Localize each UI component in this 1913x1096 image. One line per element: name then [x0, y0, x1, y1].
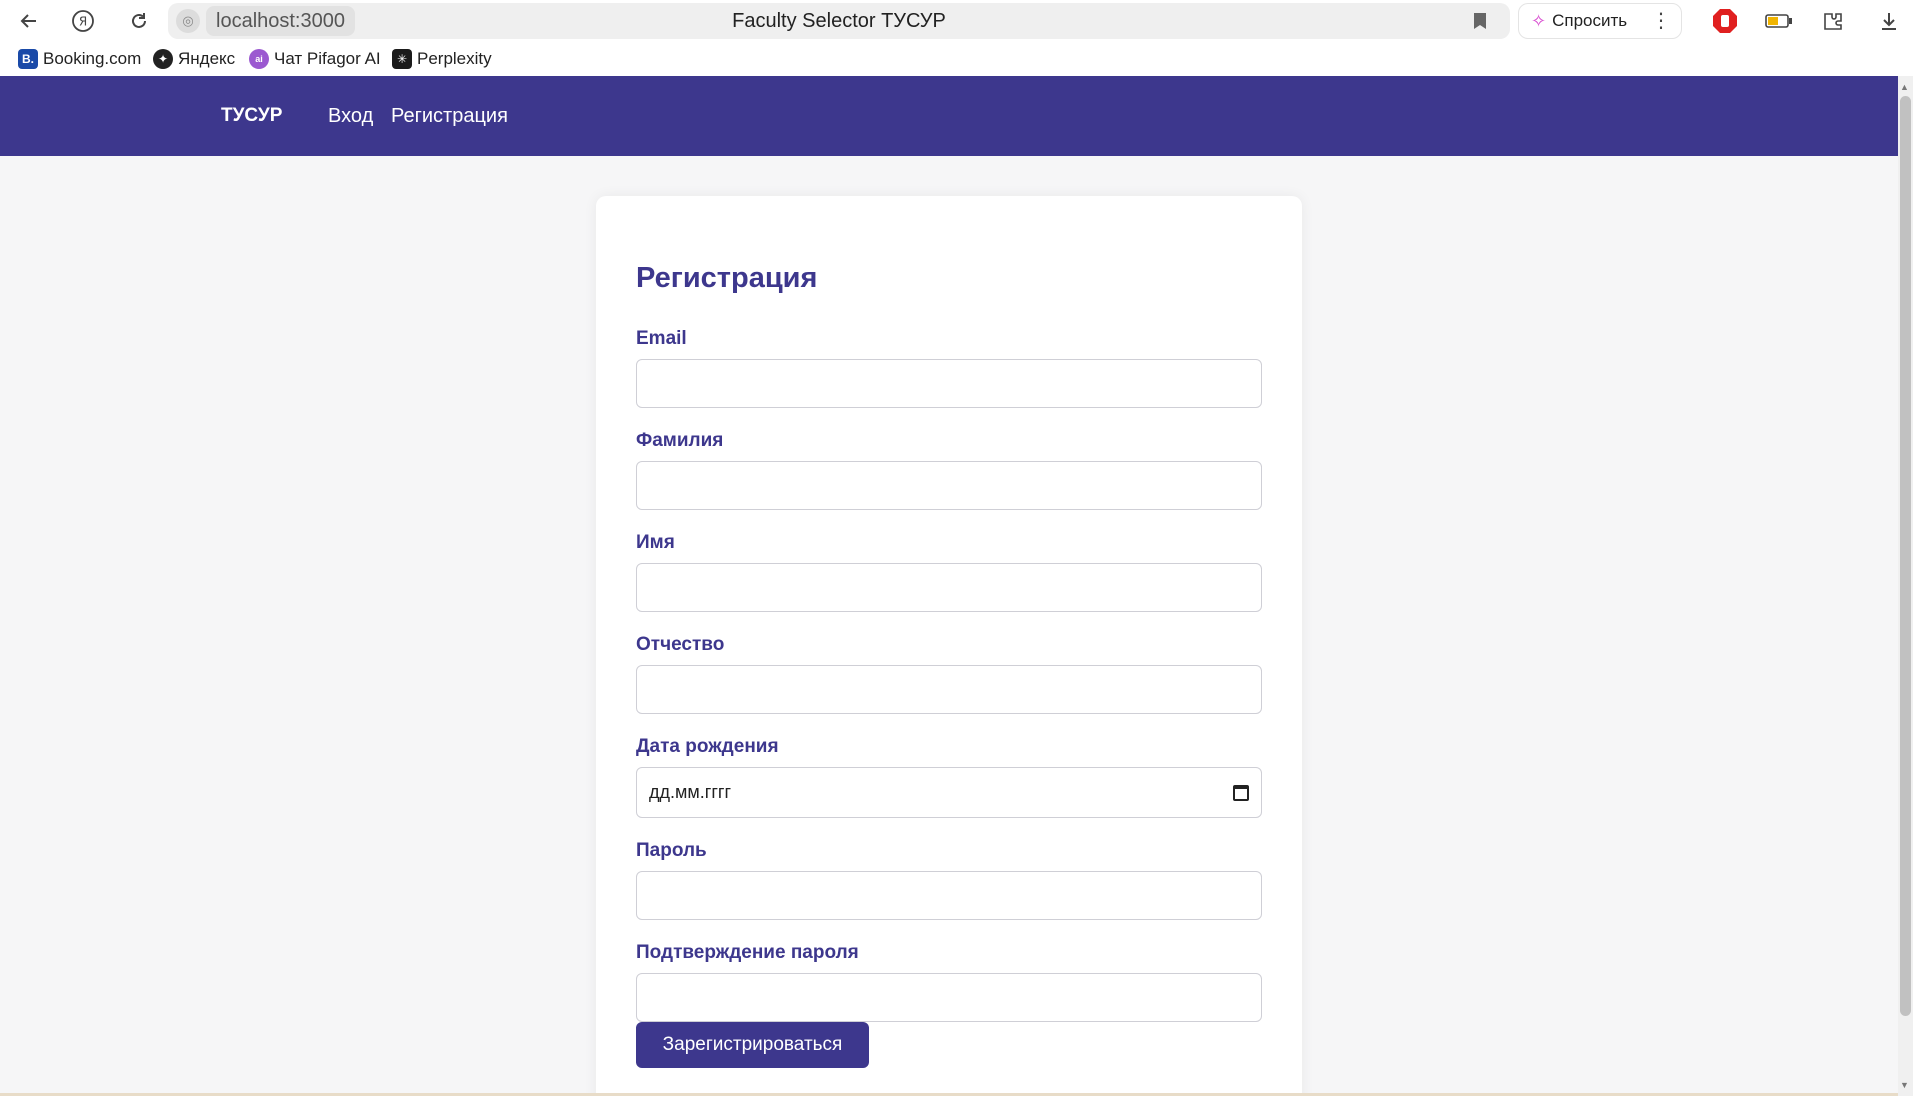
- password-label: Пароль: [636, 840, 707, 861]
- bookmarks-bar: B. Booking.com ✦ Яндекс ai Чат Pifagor A…: [0, 42, 1913, 76]
- scroll-up-arrow-icon[interactable]: ▲: [1900, 82, 1909, 92]
- more-menu-icon[interactable]: ⋮: [1651, 8, 1671, 33]
- reload-icon[interactable]: [124, 6, 154, 36]
- svg-text:Я: Я: [79, 15, 87, 29]
- last-name-field[interactable]: [636, 461, 1262, 510]
- birth-date-label: Дата рождения: [636, 736, 779, 757]
- middle-name-field[interactable]: [636, 665, 1262, 714]
- bookmark-label: Perplexity: [417, 49, 492, 68]
- bookmark-label: Яндекс: [178, 49, 236, 68]
- bookmark-booking[interactable]: B. Booking.com: [18, 48, 141, 70]
- middle-name-label: Отчество: [636, 634, 725, 655]
- download-icon[interactable]: [1874, 6, 1904, 36]
- last-name-label: Фамилия: [636, 430, 724, 451]
- confirm-password-field[interactable]: [636, 973, 1262, 1022]
- back-arrow-icon[interactable]: [14, 6, 44, 36]
- registration-card: Регистрация Email Фамилия Имя Отчество Д…: [596, 196, 1302, 1096]
- bookmark-pifagor[interactable]: ai Чат Pifagor AI: [249, 48, 381, 70]
- first-name-field[interactable]: [636, 563, 1262, 612]
- adblock-icon[interactable]: [1710, 6, 1740, 36]
- ask-ai-label: Спросить: [1552, 11, 1628, 30]
- birth-date-value: дд.мм.гггг: [649, 782, 732, 802]
- password-field[interactable]: [636, 871, 1262, 920]
- address-bar[interactable]: ◎ localhost:3000 Faculty Selector ТУСУР: [168, 3, 1510, 39]
- confirm-password-label: Подтверждение пароля: [636, 942, 859, 963]
- scroll-down-arrow-icon[interactable]: ▼: [1900, 1080, 1909, 1090]
- email-label: Email: [636, 328, 687, 349]
- extensions-icon[interactable]: [1818, 6, 1848, 36]
- url-text[interactable]: localhost:3000: [206, 6, 355, 36]
- yandex-home-icon[interactable]: Я: [68, 6, 98, 36]
- browser-toolbar: Я ◎ localhost:3000 Faculty Selector ТУСУ…: [0, 0, 1913, 42]
- sparkle-icon: ✧: [1531, 10, 1547, 31]
- birth-date-field[interactable]: дд.мм.гггг: [636, 767, 1262, 818]
- bookmark-perplexity[interactable]: ✳ Perplexity: [392, 48, 492, 70]
- bookmark-yandex[interactable]: ✦ Яндекс: [153, 48, 235, 70]
- brand-logo-text[interactable]: ТУСУР: [221, 76, 282, 156]
- booking-icon: B.: [18, 49, 38, 69]
- page-title: Регистрация: [636, 262, 818, 294]
- bookmark-label: Booking.com: [43, 49, 142, 68]
- first-name-label: Имя: [636, 532, 675, 553]
- email-field[interactable]: [636, 359, 1262, 408]
- register-button[interactable]: Зарегистрироваться: [636, 1022, 869, 1068]
- page-scrollbar[interactable]: ▲ ▼: [1898, 76, 1913, 1096]
- tab-title: Faculty Selector ТУСУР: [732, 10, 946, 32]
- yandex-icon: ✦: [153, 49, 173, 69]
- nav-register-link[interactable]: Регистрация: [391, 76, 508, 156]
- bookmark-label: Чат Pifagor AI: [274, 49, 381, 68]
- site-info-icon[interactable]: ◎: [176, 9, 200, 33]
- scrollbar-thumb[interactable]: [1900, 96, 1911, 1016]
- calendar-icon[interactable]: [1233, 784, 1249, 801]
- bookmark-icon[interactable]: [1468, 9, 1492, 33]
- pifagor-ai-icon: ai: [249, 49, 269, 69]
- ask-ai-button[interactable]: ✧ Спросить ⋮: [1518, 3, 1682, 39]
- nav-login-link[interactable]: Вход: [328, 76, 373, 156]
- perplexity-icon: ✳: [392, 49, 412, 69]
- battery-icon[interactable]: [1764, 6, 1794, 36]
- site-navbar: ТУСУР Вход Регистрация: [0, 76, 1898, 156]
